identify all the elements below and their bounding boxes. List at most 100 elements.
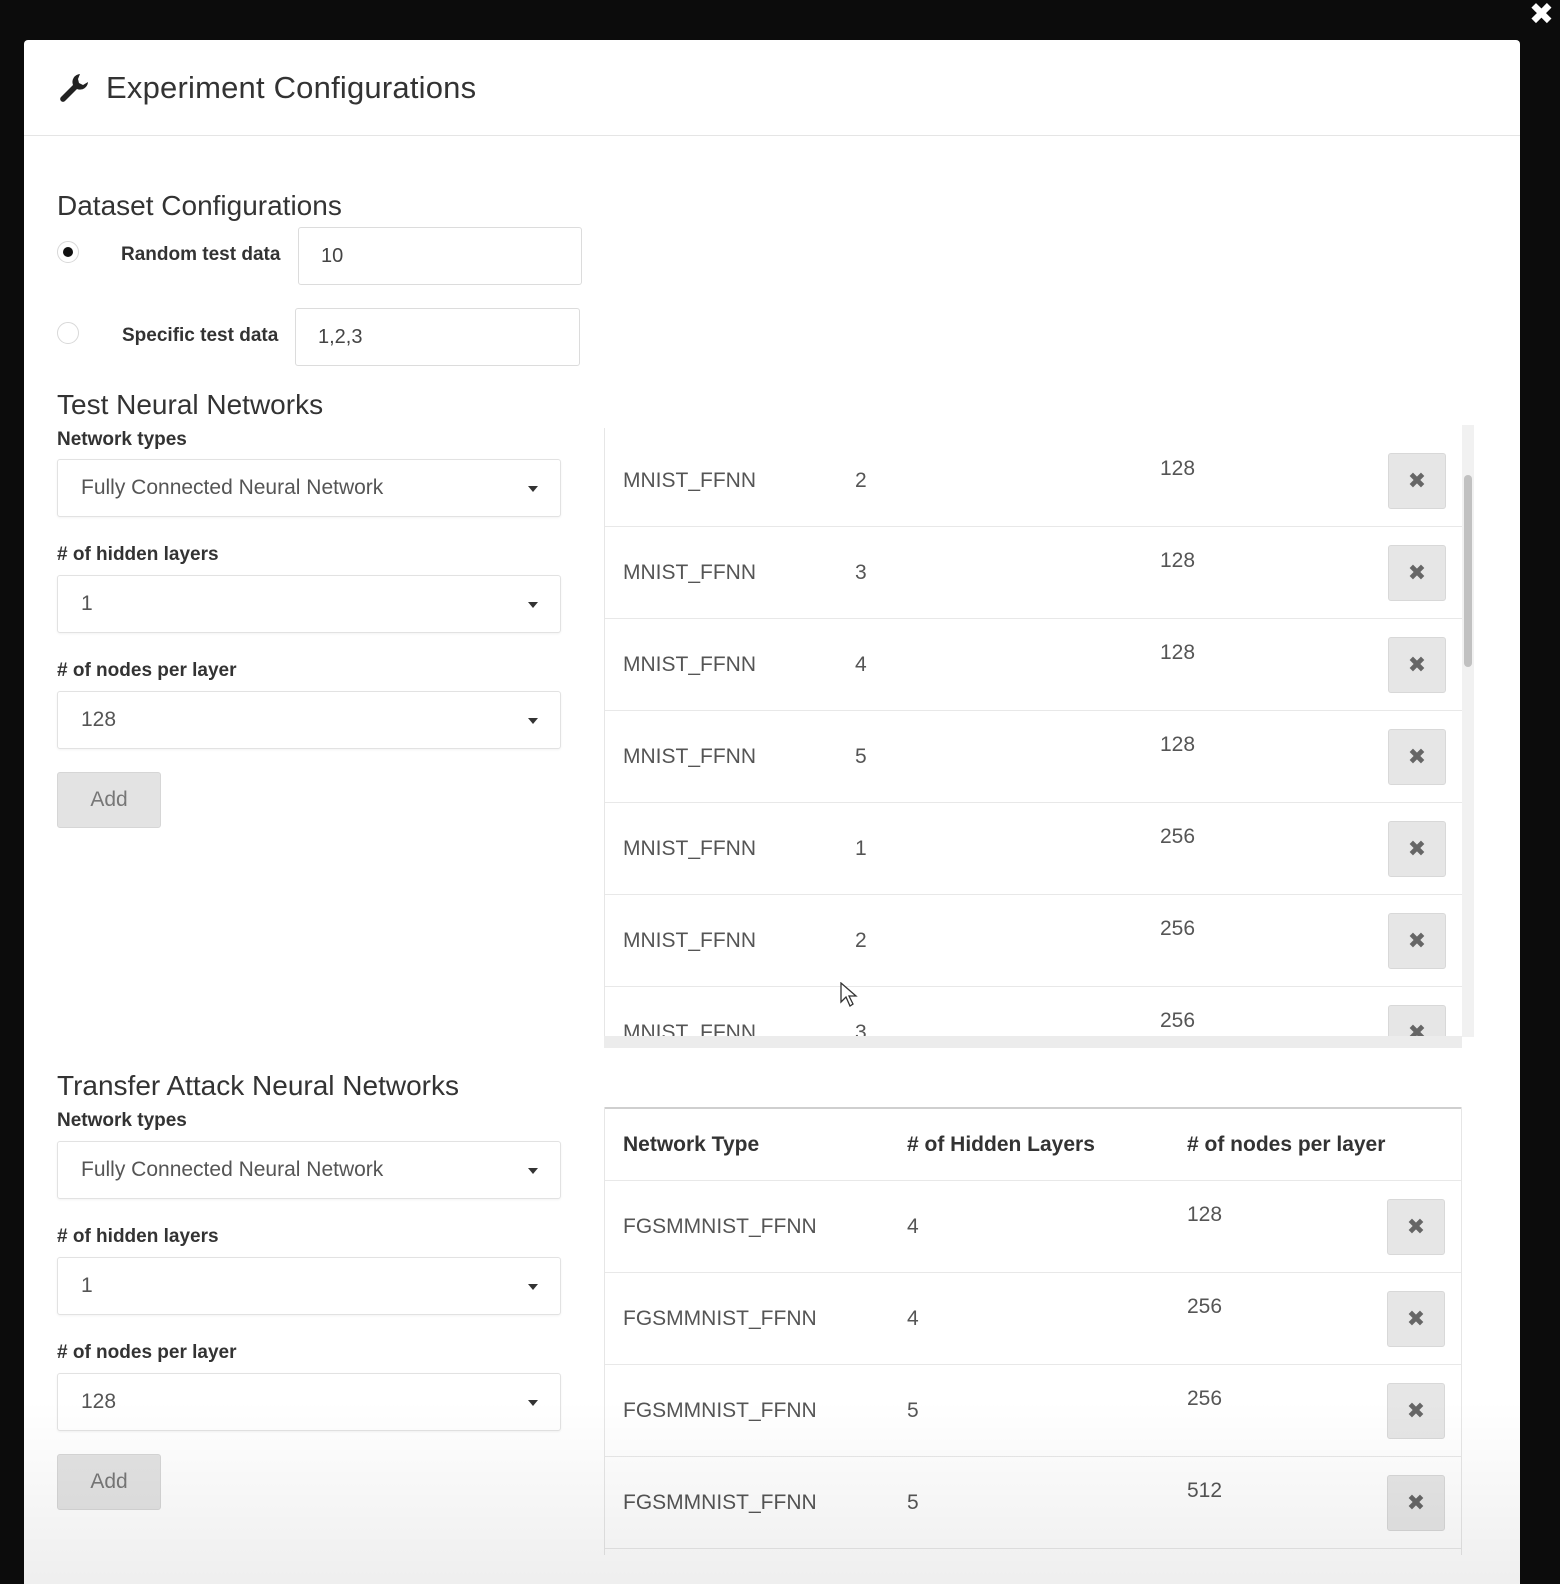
- experiment-config-modal: Experiment Configurations Dataset Config…: [24, 40, 1520, 1584]
- table-row: FGSMMNIST_FFNN 5 512 ✖: [605, 1457, 1461, 1549]
- close-icon: ✖: [1406, 1306, 1426, 1331]
- nodes-cell: 128: [1160, 457, 1196, 480]
- random-test-data-radio[interactable]: [57, 241, 79, 263]
- close-icon: ✖: [1407, 1020, 1427, 1036]
- delete-row-button[interactable]: ✖: [1388, 1005, 1446, 1036]
- table-row: MNIST_FFNN 4 128 ✖: [605, 619, 1462, 711]
- transfer-hidden-layers-select[interactable]: 1: [57, 1257, 561, 1315]
- network-type-cell: MNIST_FFNN: [623, 745, 756, 768]
- hidden-layers-cell: 4: [855, 653, 867, 676]
- network-type-cell: MNIST_FFNN: [623, 561, 756, 584]
- test-nodes-label: # of nodes per layer: [57, 660, 237, 681]
- close-icon: ✖: [1407, 468, 1427, 493]
- transfer-network-type-select[interactable]: Fully Connected Neural Network: [57, 1141, 561, 1199]
- nodes-cell: 256: [1187, 1295, 1223, 1318]
- hidden-layers-cell: 2: [855, 929, 867, 952]
- chevron-down-icon: [528, 602, 538, 608]
- delete-row-button[interactable]: ✖: [1387, 1383, 1445, 1439]
- hidden-layers-cell: 1: [855, 837, 867, 860]
- nodes-cell: 128: [1187, 1203, 1223, 1226]
- close-icon: ✖: [1406, 1214, 1426, 1239]
- transfer-table-header: Network Type # of Hidden Layers # of nod…: [605, 1107, 1461, 1181]
- table-row: MNIST_FFNN 1 256 ✖: [605, 803, 1462, 895]
- chevron-down-icon: [528, 1284, 538, 1290]
- specific-test-data-input[interactable]: 1,2,3: [295, 308, 580, 366]
- transfer-nodes-label: # of nodes per layer: [57, 1342, 237, 1363]
- column-header: # of Hidden Layers: [907, 1133, 1095, 1156]
- delete-row-button[interactable]: ✖: [1388, 545, 1446, 601]
- delete-row-button[interactable]: ✖: [1388, 637, 1446, 693]
- transfer-hidden-layers-label: # of hidden layers: [57, 1226, 219, 1247]
- column-header: # of nodes per layer: [1187, 1133, 1386, 1156]
- chevron-down-icon: [528, 486, 538, 492]
- network-type-cell: MNIST_FFNN: [623, 653, 756, 676]
- table-row: MNIST_FFNN 2 128 ✖: [605, 435, 1462, 527]
- nodes-cell: 128: [1160, 549, 1196, 572]
- specific-test-data-radio[interactable]: [57, 322, 79, 344]
- test-network-type-select[interactable]: Fully Connected Neural Network: [57, 459, 561, 517]
- test-hidden-layers-value: 1: [81, 592, 93, 615]
- table-row: FGSMMNIST_FFNN 5 256 ✖: [605, 1365, 1461, 1457]
- network-type-cell: MNIST_FFNN: [623, 1021, 756, 1036]
- table-row: MNIST_FFNN 3 128 ✖: [605, 527, 1462, 619]
- transfer-add-button[interactable]: Add: [57, 1454, 161, 1510]
- transfer-nn-table[interactable]: Network Type # of Hidden Layers # of nod…: [604, 1107, 1462, 1555]
- close-icon: ✖: [1407, 560, 1427, 585]
- network-type-cell: MNIST_FFNN: [623, 837, 756, 860]
- hidden-layers-cell: 5: [907, 1399, 919, 1422]
- nodes-cell: 128: [1160, 733, 1196, 756]
- network-type-cell: MNIST_FFNN: [623, 929, 756, 952]
- transfer-nn-title: Transfer Attack Neural Networks: [57, 1070, 459, 1101]
- nodes-cell: 256: [1187, 1387, 1223, 1410]
- test-nn-table[interactable]: MNIST_FFNN 2 128 ✖ MNIST_FFNN 3 128 ✖ MNIST_FFNN…: [604, 428, 1462, 1036]
- network-type-cell: MNIST_FFNN: [623, 469, 756, 492]
- test-nodes-select[interactable]: 128: [57, 691, 561, 749]
- nodes-cell: 128: [1160, 641, 1196, 664]
- table-row: MNIST_FFNN 3 256 ✖: [605, 987, 1462, 1036]
- chevron-down-icon: [528, 1400, 538, 1406]
- test-table-hscrollbar[interactable]: [604, 1036, 1462, 1048]
- transfer-network-types-label: Network types: [57, 1110, 187, 1131]
- specific-test-data-label: Specific test data: [122, 325, 279, 346]
- test-add-button[interactable]: Add: [57, 772, 161, 828]
- delete-row-button[interactable]: ✖: [1388, 729, 1446, 785]
- network-type-cell: FGSMMNIST_FFNN: [623, 1399, 817, 1422]
- test-network-types-label: Network types: [57, 429, 187, 450]
- table-row: MNIST_FFNN 5 128 ✖: [605, 711, 1462, 803]
- hidden-layers-cell: 2: [855, 469, 867, 492]
- random-test-data-input[interactable]: 10: [298, 227, 582, 285]
- transfer-network-type-value: Fully Connected Neural Network: [81, 1158, 384, 1181]
- test-nn-title: Test Neural Networks: [57, 389, 324, 420]
- column-header: Network Type: [623, 1133, 760, 1156]
- test-hidden-layers-select[interactable]: 1: [57, 575, 561, 633]
- delete-row-button[interactable]: ✖: [1387, 1199, 1445, 1255]
- transfer-hidden-layers-value: 1: [81, 1274, 93, 1297]
- test-table-scrollbar-thumb[interactable]: [1464, 475, 1472, 667]
- delete-row-button[interactable]: ✖: [1387, 1475, 1445, 1531]
- delete-row-button[interactable]: ✖: [1388, 453, 1446, 509]
- close-icon: ✖: [1407, 836, 1427, 861]
- hidden-layers-cell: 4: [907, 1307, 919, 1330]
- transfer-nodes-select[interactable]: 128: [57, 1373, 561, 1431]
- network-type-cell: FGSMMNIST_FFNN: [623, 1307, 817, 1330]
- test-nodes-value: 128: [81, 708, 117, 731]
- delete-row-button[interactable]: ✖: [1388, 821, 1446, 877]
- close-icon: ✖: [1406, 1398, 1426, 1423]
- network-type-cell: FGSMMNIST_FFNN: [623, 1491, 817, 1514]
- transfer-nodes-value: 128: [81, 1390, 117, 1413]
- close-icon: ✖: [1407, 652, 1427, 677]
- table-row: FGSMMNIST_FFNN 4 128 ✖: [605, 1181, 1461, 1273]
- modal-close-icon[interactable]: ✖: [1529, 0, 1554, 30]
- modal-title: Experiment Configurations: [106, 69, 477, 105]
- close-icon: ✖: [1407, 928, 1427, 953]
- nodes-cell: 256: [1160, 825, 1196, 848]
- delete-row-button[interactable]: ✖: [1387, 1291, 1445, 1347]
- close-icon: ✖: [1407, 744, 1427, 769]
- chevron-down-icon: [528, 718, 538, 724]
- random-test-data-label: Random test data: [121, 244, 281, 265]
- nodes-cell: 256: [1160, 917, 1196, 940]
- nodes-cell: 256: [1160, 1009, 1196, 1032]
- hidden-layers-cell: 5: [907, 1491, 919, 1514]
- delete-row-button[interactable]: ✖: [1388, 913, 1446, 969]
- test-hidden-layers-label: # of hidden layers: [57, 544, 219, 565]
